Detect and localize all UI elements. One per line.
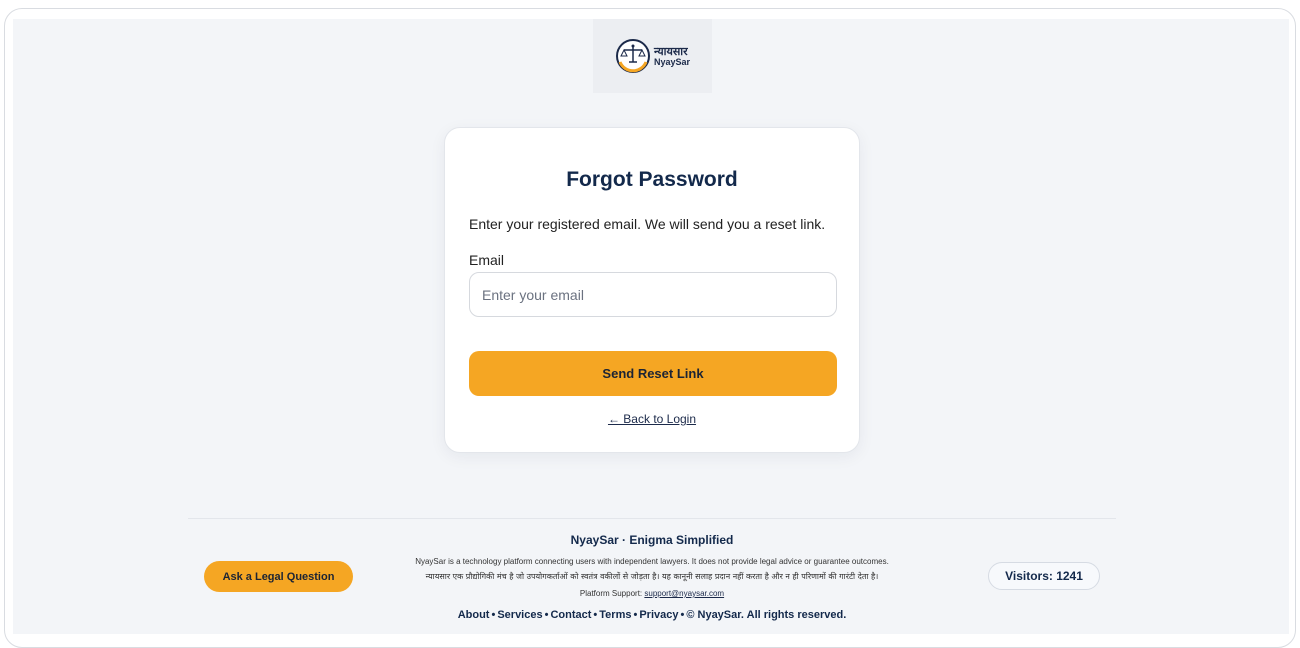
page-title: Forgot Password — [566, 168, 738, 191]
footer-link-contact[interactable]: Contact — [550, 609, 591, 621]
email-input[interactable] — [469, 272, 837, 317]
back-to-login-link[interactable]: ← Back to Login — [445, 412, 859, 426]
logo-name-english: NyaySar — [653, 56, 691, 67]
footer-separator: • — [491, 609, 496, 621]
footer-copyright: © NyaySar. All rights reserved. — [686, 609, 847, 621]
footer-link-privacy[interactable]: Privacy — [639, 609, 678, 621]
footer-link-about[interactable]: About — [458, 609, 490, 621]
footer-separator: • — [593, 609, 598, 621]
support-email-link[interactable]: support@nyaysar.com — [644, 589, 724, 598]
visitor-counter: Visitors: 1241 — [988, 562, 1100, 590]
footer-separator: • — [633, 609, 638, 621]
support-label: Platform Support: — [579, 589, 643, 598]
ask-legal-question-button[interactable]: Ask a Legal Question — [204, 561, 353, 592]
form-description: Enter your registered email. We will sen… — [469, 216, 826, 232]
email-label: Email — [469, 252, 505, 268]
scales-of-justice-icon — [615, 39, 650, 73]
footer-links: About • Services • Contact • Terms • Privacy • © N… — [188, 609, 1116, 621]
footer-link-terms[interactable]: Terms — [599, 609, 631, 621]
forgot-password-card: Forgot Password Enter your registered em… — [444, 127, 860, 453]
logo-name-hindi: न्यायसार — [653, 44, 688, 58]
footer-title: NyaySar · Enigma Simplified — [570, 533, 734, 547]
footer-link-services[interactable]: Services — [497, 609, 542, 621]
send-reset-link-button[interactable]: Send Reset Link — [469, 351, 837, 396]
footer-separator: • — [680, 609, 685, 621]
footer-separator: • — [544, 609, 549, 621]
header-logo[interactable]: न्यायसार NyaySar — [593, 19, 712, 93]
